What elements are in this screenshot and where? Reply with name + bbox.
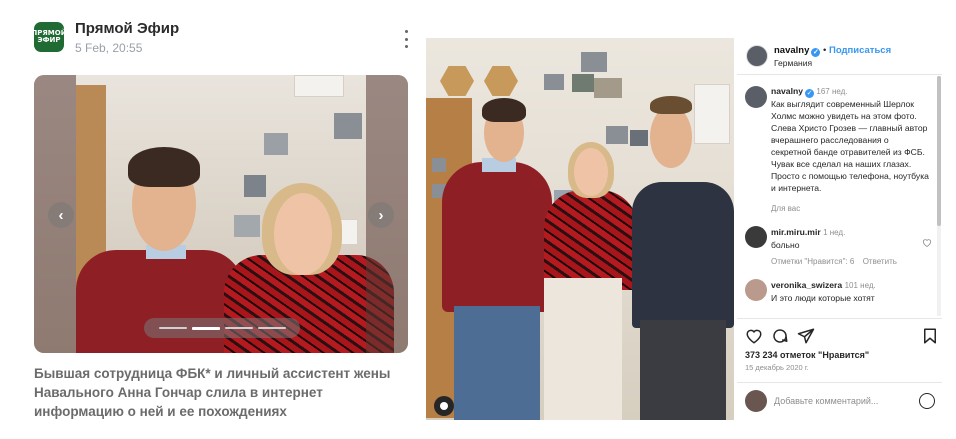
caption-text: Как выглядит современный Шерлок Холмс мо… xyxy=(771,99,929,193)
slide-dot[interactable] xyxy=(158,327,187,329)
image-slider[interactable] xyxy=(34,75,408,353)
chevron-right-icon[interactable]: › xyxy=(368,202,394,228)
instagram-photo[interactable] xyxy=(426,38,734,420)
emoji-icon[interactable] xyxy=(919,393,935,409)
slide-dot[interactable] xyxy=(191,326,220,330)
wall-photo xyxy=(594,78,622,98)
wall-photo xyxy=(581,52,607,72)
person-hoodie xyxy=(632,182,734,328)
wall-photo xyxy=(606,126,628,144)
comment-username[interactable]: mir.miru.mir xyxy=(771,227,821,237)
user-tag-icon[interactable] xyxy=(434,396,454,416)
heart-icon[interactable] xyxy=(745,327,763,345)
wall-photo xyxy=(544,74,564,90)
avatar[interactable] xyxy=(745,86,767,108)
person-jeans xyxy=(454,306,540,420)
action-bar xyxy=(745,327,945,345)
woman-face xyxy=(574,148,608,196)
comment-username[interactable]: veronika_swizera xyxy=(771,280,842,290)
comments-list[interactable]: navalny ✓ 167 нед. Как выглядит современн… xyxy=(737,76,942,316)
avatar[interactable] xyxy=(746,45,768,67)
comment-icon[interactable] xyxy=(771,327,789,345)
bookmark-icon[interactable] xyxy=(921,327,939,345)
username-link[interactable]: navalny xyxy=(774,45,809,56)
wall-photo xyxy=(432,158,446,172)
slide-dot[interactable] xyxy=(224,327,253,329)
scrollbar-thumb[interactable] xyxy=(937,76,941,226)
white-pants xyxy=(544,278,622,420)
location-link[interactable]: Германия xyxy=(774,58,812,68)
slide-indicator[interactable] xyxy=(144,318,300,338)
wall-photo xyxy=(334,113,362,139)
follow-separator: • xyxy=(823,45,827,56)
post-timestamp: 15 декабрь 2020 г. xyxy=(745,363,809,372)
channel-name[interactable]: Прямой Эфир xyxy=(75,20,179,37)
comment-text: больно xyxy=(771,240,800,250)
post-author-header: navalny ✓ • Подписаться xyxy=(774,45,891,57)
next-arrow-glyph: › xyxy=(378,206,384,224)
wall-photo xyxy=(244,175,266,197)
verified-badge-icon: ✓ xyxy=(805,89,815,98)
page: ПРЯМОЙ ЭФИР Прямой Эфир 5 Feb, 20:55 ‹ ›… xyxy=(0,0,956,439)
verified-badge-icon: ✓ xyxy=(811,48,821,57)
person-hair xyxy=(128,147,200,187)
share-icon[interactable] xyxy=(797,327,815,345)
avatar[interactable] xyxy=(745,226,767,248)
comment-age: 101 нед. xyxy=(844,281,876,290)
divider xyxy=(737,382,942,383)
wall-note xyxy=(294,75,344,97)
divider xyxy=(737,318,942,319)
caption-age: 167 нед. xyxy=(816,87,848,96)
prev-arrow-glyph: ‹ xyxy=(58,206,64,224)
person-hair xyxy=(650,96,692,114)
wall-photo xyxy=(630,130,648,146)
wall-photo xyxy=(572,74,594,92)
heart-icon[interactable] xyxy=(922,238,932,247)
person-hair xyxy=(482,98,526,122)
post-date: 5 Feb, 20:55 xyxy=(75,41,143,55)
news-headline[interactable]: Бывшая сотрудница ФБК* и личный ассистен… xyxy=(34,364,414,421)
person-face xyxy=(650,106,692,168)
post-caption: navalny ✓ 167 нед. Как выглядит современн… xyxy=(771,85,931,194)
kebab-menu-icon[interactable] xyxy=(400,30,412,48)
woman-face xyxy=(274,193,332,275)
comment-text: И это люди которые хотят xyxy=(771,293,875,303)
for-you-link[interactable]: Для вас xyxy=(771,203,931,215)
avatar xyxy=(745,390,767,412)
comment: veronika_swizera 101 нед. И это люди кот… xyxy=(771,279,931,304)
reply-button[interactable]: Ответить xyxy=(863,257,897,266)
channel-avatar[interactable]: ПРЯМОЙ ЭФИР xyxy=(34,22,64,52)
slide-dot[interactable] xyxy=(257,327,286,329)
follow-button[interactable]: Подписаться xyxy=(829,45,891,56)
add-comment-input[interactable]: Добавьте комментарий... xyxy=(774,396,878,406)
divider xyxy=(737,74,942,75)
comment-age: 1 нед. xyxy=(823,228,846,237)
scrollbar[interactable] xyxy=(937,76,941,316)
comment-likes[interactable]: Отметки "Нравится": 6 xyxy=(771,256,854,268)
person-sweater xyxy=(442,162,552,312)
chevron-left-icon[interactable]: ‹ xyxy=(48,202,74,228)
person-jeans xyxy=(640,320,726,420)
zebra-blouse xyxy=(544,190,638,290)
caption-username[interactable]: navalny xyxy=(771,86,803,96)
avatar[interactable] xyxy=(745,279,767,301)
wall-photo xyxy=(234,215,260,237)
wall-photo xyxy=(264,133,288,155)
comment: mir.miru.mir 1 нед. больно Отметки "Нрав… xyxy=(771,226,931,268)
channel-avatar-text: ПРЯМОЙ ЭФИР xyxy=(34,29,64,44)
wall-note xyxy=(694,84,730,144)
likes-count[interactable]: 373 234 отметок "Нравится" xyxy=(745,350,869,360)
